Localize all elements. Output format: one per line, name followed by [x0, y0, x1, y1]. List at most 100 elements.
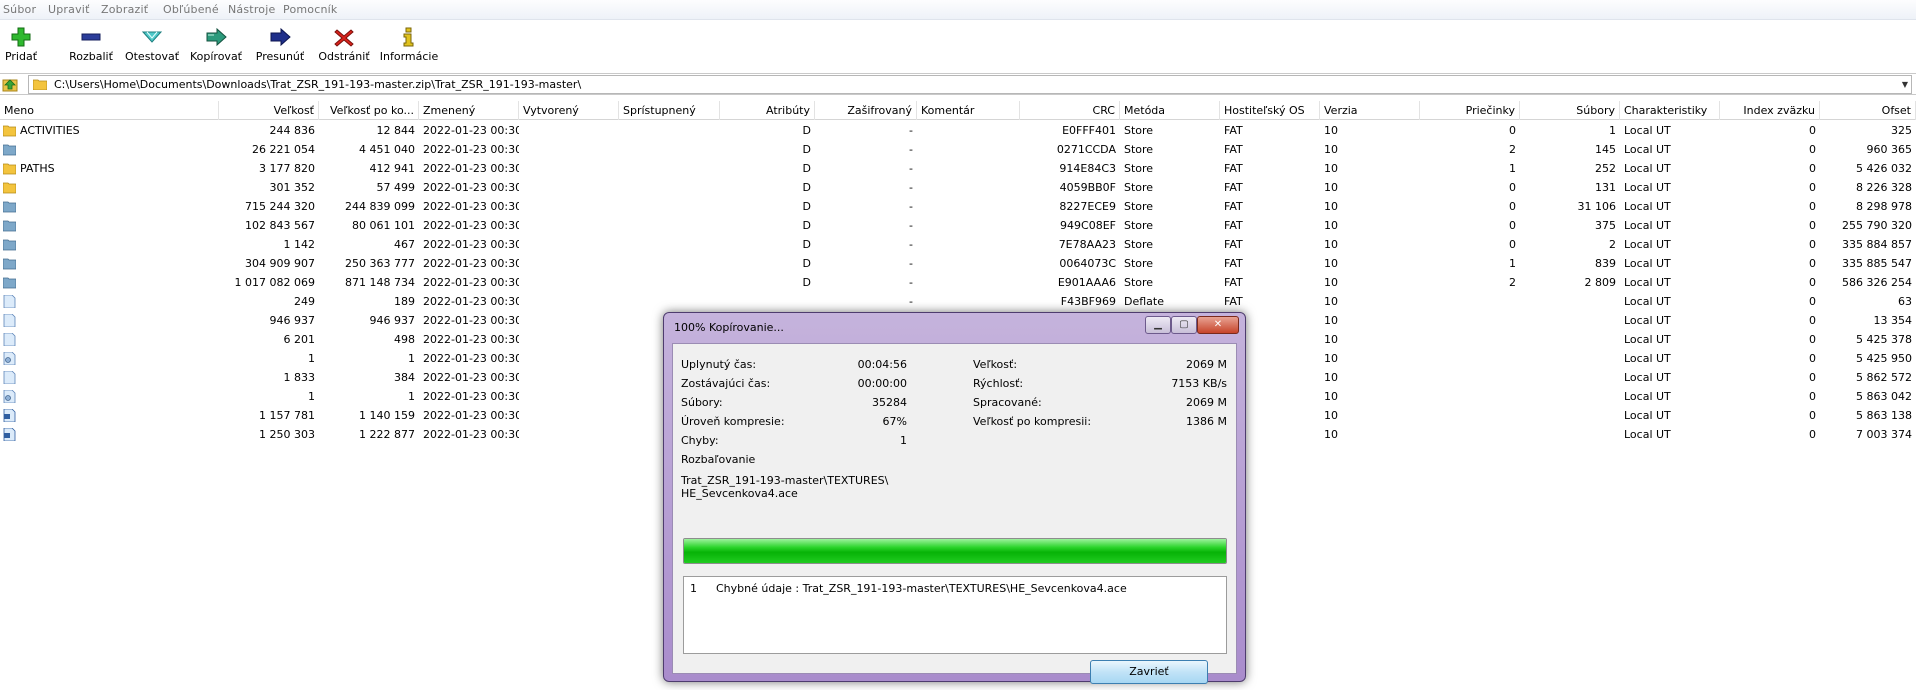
elapsed-label: Uplynutý čas: — [681, 358, 757, 371]
cell-vol: 0 — [1809, 371, 1816, 384]
cell-folders: 0 — [1509, 238, 1516, 251]
cell-enc: - — [909, 162, 913, 175]
cell-folders — [1420, 349, 1520, 368]
cell-vol: 0 — [1809, 333, 1816, 346]
cell-modified: 2022-01-23 00:30 — [423, 124, 519, 137]
cell-size: 304 909 907 — [245, 257, 315, 270]
column-header-2[interactable]: Veľkosť po ko... — [319, 101, 419, 120]
table-row[interactable]: 249 189 2022-01-23 00:30 - F43BF969 Deflate FA… — [0, 292, 1916, 311]
column-header-11[interactable]: Hostiteľský OS — [1220, 101, 1320, 120]
progress-bar — [683, 538, 1227, 564]
up-folder-icon[interactable] — [2, 76, 18, 92]
cell-folders — [1420, 387, 1520, 406]
column-header-0[interactable]: Meno — [0, 101, 219, 120]
column-header-13[interactable]: Priečinky — [1420, 101, 1520, 120]
menu-item-1[interactable]: Upraviť — [48, 3, 90, 16]
cell-modified: 2022-01-23 00:30 — [423, 295, 519, 308]
cell-files — [1520, 311, 1620, 330]
toolbar-add-button[interactable]: Pridať — [2, 22, 40, 68]
cell-offset: 5 425 950 — [1856, 352, 1912, 365]
file-icon — [3, 332, 16, 347]
minimize-button[interactable]: ▁ — [1145, 316, 1171, 334]
column-header-3[interactable]: Zmenený — [419, 101, 519, 120]
cell-name — [16, 292, 216, 311]
cell-folders: 1 — [1509, 162, 1516, 175]
cell-method: Store — [1124, 143, 1154, 156]
cell-offset: 8 226 328 — [1856, 181, 1912, 194]
toolbar-copy-button[interactable]: Kopírovať — [186, 22, 246, 68]
cell-offset: 5 425 378 — [1856, 333, 1912, 346]
folder-icon — [33, 79, 47, 90]
column-header-17[interactable]: Ofset — [1820, 101, 1916, 120]
column-header-14[interactable]: Súbory — [1520, 101, 1620, 120]
maximize-button[interactable]: ▢ — [1171, 316, 1197, 334]
cell-vol: 0 — [1809, 143, 1816, 156]
menu-item-4[interactable]: Nástroje — [228, 3, 275, 16]
menu-item-2[interactable]: Zobraziť — [101, 3, 148, 16]
menu-item-0[interactable]: Súbor — [3, 3, 36, 16]
cell-packed: 1 — [408, 390, 415, 403]
menu-item-5[interactable]: Pomocník — [283, 3, 337, 16]
cell-name — [16, 216, 216, 235]
progress-dialog: 100% Kopírovanie... ▁ ▢ ✕ Uplynutý čas: … — [663, 312, 1246, 684]
cell-folders — [1420, 406, 1520, 425]
log-entry-text: Chybné údaje : Trat_ZSR_191-193-master\T… — [716, 582, 1127, 595]
table-row[interactable]: 715 244 320 244 839 099 2022-01-23 00:30 D -… — [0, 197, 1916, 216]
cell-folders: 0 — [1509, 219, 1516, 232]
cell-method: Store — [1124, 276, 1154, 289]
ratio-label: Úroveň kompresie: — [681, 415, 785, 428]
error-log[interactable]: 1 Chybné údaje : Trat_ZSR_191-193-master\… — [683, 576, 1227, 654]
table-row[interactable]: 304 909 907 250 363 777 2022-01-23 00:30 D -… — [0, 254, 1916, 273]
cell-method: Store — [1124, 200, 1154, 213]
column-header-12[interactable]: Verzia — [1320, 101, 1420, 120]
table-row[interactable]: 1 142 467 2022-01-23 00:30 D - 7E78AA23 Store F… — [0, 235, 1916, 254]
table-row[interactable]: 102 843 567 80 061 101 2022-01-23 00:30 D - 9… — [0, 216, 1916, 235]
table-row[interactable]: ACTIVITIES 244 836 12 844 2022-01-23 00:30 D… — [0, 121, 1916, 140]
cell-size: 1 017 082 069 — [234, 276, 315, 289]
cell-ver: 10 — [1324, 276, 1338, 289]
toolbar-extract-button[interactable]: Rozbaliť — [66, 22, 116, 68]
toolbar-delete-button[interactable]: Odstrániť — [315, 22, 373, 68]
column-header-4[interactable]: Vytvorený — [519, 101, 619, 120]
menu-item-3[interactable]: Obľúbené — [163, 3, 219, 16]
cell-enc: - — [909, 238, 913, 251]
table-row[interactable]: 26 221 054 4 451 040 2022-01-23 00:30 D - 027… — [0, 140, 1916, 159]
close-window-button[interactable]: ✕ — [1197, 316, 1239, 334]
cell-attr: D — [802, 124, 811, 137]
table-row[interactable]: 301 352 57 499 2022-01-23 00:30 D - 4059BB0F S… — [0, 178, 1916, 197]
column-header-6[interactable]: Atribúty — [720, 101, 815, 120]
cell-char: Local UT — [1624, 428, 1671, 441]
column-header-5[interactable]: Sprístupnený — [619, 101, 720, 120]
cell-enc: - — [909, 200, 913, 213]
column-header-1[interactable]: Veľkosť — [219, 101, 319, 120]
cell-char: Local UT — [1624, 390, 1671, 403]
column-header-8[interactable]: Komentár — [917, 101, 1020, 120]
column-header-9[interactable]: CRC — [1020, 101, 1120, 120]
cell-attr: D — [802, 162, 811, 175]
cell-name: PATHS — [20, 162, 55, 175]
cell-offset: 5 426 032 — [1856, 162, 1912, 175]
column-header-7[interactable]: Zašifrovaný — [815, 101, 917, 120]
cell-packed: 4 451 040 — [359, 143, 415, 156]
column-header-16[interactable]: Index zväzku — [1720, 101, 1820, 120]
document-icon — [3, 427, 16, 442]
toolbar-info-button[interactable]: Informácie — [377, 22, 441, 68]
chevron-down-icon[interactable]: ▼ — [1902, 80, 1908, 89]
table-row[interactable]: PATHS 3 177 820 412 941 2022-01-23 00:30 D - 9… — [0, 159, 1916, 178]
column-header-10[interactable]: Metóda — [1120, 101, 1220, 120]
cell-vol: 0 — [1809, 276, 1816, 289]
toolbar-move-button[interactable]: Presunúť — [253, 22, 307, 68]
table-row[interactable]: 1 017 082 069 871 148 734 2022-01-23 00:30… — [0, 273, 1916, 292]
toolbar-test-button[interactable]: Otestovať — [124, 22, 180, 68]
cell-folders — [1420, 425, 1520, 444]
cell-name — [16, 349, 216, 368]
move-icon — [269, 27, 291, 47]
cell-files: 375 — [1595, 219, 1616, 232]
cell-ver: 10 — [1324, 162, 1338, 175]
address-input[interactable]: C:\Users\Home\Documents\Downloads\Trat_Z… — [28, 75, 1912, 94]
cell-packed: 467 — [394, 238, 415, 251]
close-button[interactable]: Zavrieť — [1090, 660, 1208, 684]
column-header-15[interactable]: Charakteristiky — [1620, 101, 1720, 120]
cell-offset: 13 354 — [1873, 314, 1913, 327]
cell-enc: - — [909, 181, 913, 194]
